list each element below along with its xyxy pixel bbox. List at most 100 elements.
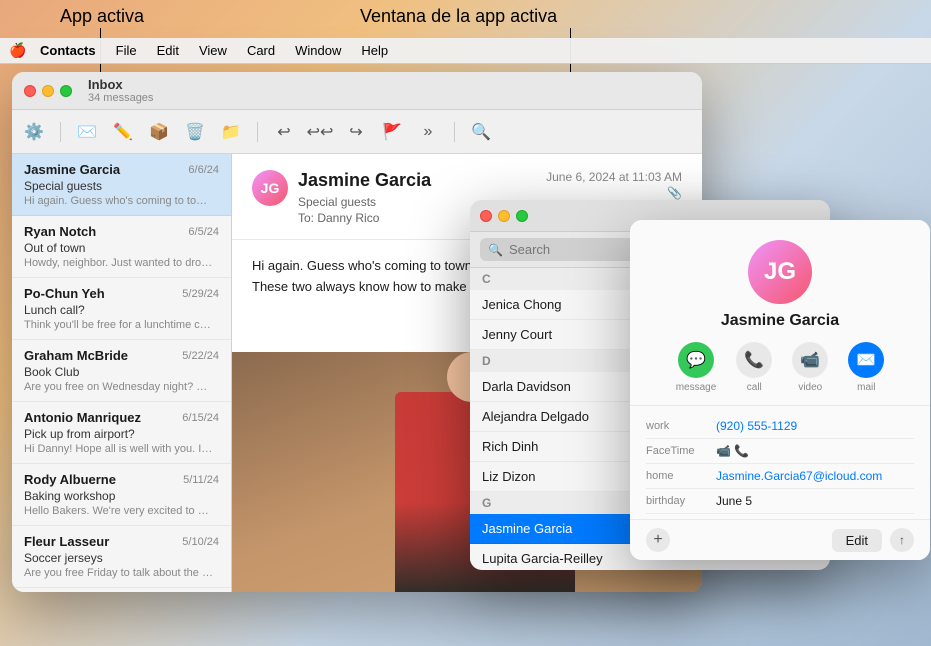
action-mail[interactable]: ✉️ mail [848, 342, 884, 393]
mail-item-6[interactable]: Rody Albuerne 5/11/24 Baking workshop He… [12, 464, 231, 526]
window-title: Inbox [88, 77, 153, 92]
date-4: 5/22/24 [182, 350, 219, 362]
sender-6: Rody Albuerne [24, 472, 116, 487]
menubar: 🍎 Contacts File Edit View Card Window He… [0, 38, 931, 64]
message-label: message [676, 382, 717, 393]
subject-2: Out of town [24, 241, 219, 255]
facetime-video-icon[interactable]: 📹 [716, 444, 731, 458]
forward-icon[interactable]: ↪ [346, 122, 366, 142]
mail-item-4[interactable]: Graham McBride 5/22/24 Book Club Are you… [12, 340, 231, 402]
mail-item-5[interactable]: Antonio Manriquez 6/15/24 Pick up from a… [12, 402, 231, 464]
mail-toolbar: ⚙️ ✉️ ✏️ 📦 🗑️ 📁 ↩ ↩↩ ↪ 🚩 » 🔍 [12, 110, 702, 154]
sender-2: Ryan Notch [24, 224, 96, 239]
facetime-audio-icon[interactable]: 📞 [734, 444, 749, 458]
add-contact-button[interactable]: + [646, 528, 670, 552]
traffic-lights [24, 85, 72, 97]
menu-edit[interactable]: Edit [149, 41, 187, 60]
more-icon[interactable]: » [418, 122, 438, 142]
action-video[interactable]: 📹 video [792, 342, 828, 393]
call-label: call [747, 382, 762, 393]
apple-menu[interactable]: 🍎 [8, 41, 28, 61]
field-label-home-email: home [646, 469, 716, 482]
menu-contacts[interactable]: Contacts [32, 41, 104, 60]
contacts-close-button[interactable] [480, 210, 492, 222]
toolbar-sep-3 [454, 122, 455, 142]
sender-1: Jasmine Garcia [24, 162, 120, 177]
window-title-info: Inbox 34 messages [88, 77, 153, 104]
mail-item-3[interactable]: Po-Chun Yeh 5/29/24 Lunch call? Think yo… [12, 278, 231, 340]
action-message[interactable]: 💬 message [676, 342, 717, 393]
ventana-activa-label: Ventana de la app activa [360, 6, 557, 27]
field-facetime: FaceTime 📹 📞 [646, 439, 914, 464]
date-2: 6/5/24 [188, 226, 219, 238]
reading-sender-name: Jasmine Garcia [298, 170, 512, 191]
message-icon: 💬 [678, 342, 714, 378]
toolbar-sep-2 [257, 122, 258, 142]
field-work: work (920) 555-1129 [646, 414, 914, 439]
field-label-facetime: FaceTime [646, 444, 716, 457]
mail-item-2[interactable]: Ryan Notch 6/5/24 Out of town Howdy, nei… [12, 216, 231, 278]
date-1: 6/6/24 [188, 164, 219, 176]
sender-4: Graham McBride [24, 348, 128, 363]
contact-detail-header: JG Jasmine Garcia 💬 message 📞 call 📹 vid… [630, 220, 930, 406]
contact-detail-footer: + Edit ↑ [630, 519, 930, 560]
minimize-button[interactable] [42, 85, 54, 97]
menu-view[interactable]: View [191, 41, 235, 60]
reply-icon[interactable]: ↩ [274, 122, 294, 142]
video-icon: 📹 [792, 342, 828, 378]
reply-all-icon[interactable]: ↩↩ [310, 122, 330, 142]
pencil-icon[interactable]: ✏️ [113, 122, 133, 142]
field-value-birthday: June 5 [716, 494, 914, 508]
menu-card[interactable]: Card [239, 41, 283, 60]
action-call[interactable]: 📞 call [736, 342, 772, 393]
field-label-birthday: birthday [646, 494, 716, 507]
flag-icon[interactable]: 🚩 [382, 122, 402, 142]
fullscreen-button[interactable] [60, 85, 72, 97]
edit-contact-button[interactable]: Edit [832, 529, 882, 552]
menu-file[interactable]: File [108, 41, 145, 60]
preview-7: Are you free Friday to talk about the ne… [24, 567, 214, 579]
search-magnifier-icon: 🔍 [488, 243, 503, 257]
sender-7: Fleur Lasseur [24, 534, 109, 549]
preview-5: Hi Danny! Hope all is well with you. I'm… [24, 443, 214, 455]
reading-date: June 6, 2024 at 11:03 AM [522, 170, 682, 184]
menu-window[interactable]: Window [287, 41, 349, 60]
subject-3: Lunch call? [24, 303, 219, 317]
share-contact-button[interactable]: ↑ [890, 528, 914, 552]
date-3: 5/29/24 [182, 288, 219, 300]
mail-item-7[interactable]: Fleur Lasseur 5/10/24 Soccer jerseys Are… [12, 526, 231, 588]
close-button[interactable] [24, 85, 36, 97]
app-activa-label: App activa [60, 6, 144, 27]
filter-icon[interactable]: ⚙️ [24, 122, 44, 142]
field-value-work[interactable]: (920) 555-1129 [716, 419, 914, 433]
search-icon[interactable]: 🔍 [471, 122, 491, 142]
contact-detail-window: JG Jasmine Garcia 💬 message 📞 call 📹 vid… [630, 220, 930, 560]
archive-icon[interactable]: 📦 [149, 122, 169, 142]
sender-5: Antonio Manriquez [24, 410, 141, 425]
preview-4: Are you free on Wednesday night? Can't w… [24, 381, 214, 393]
field-birthday: birthday June 5 [646, 489, 914, 514]
subject-4: Book Club [24, 365, 219, 379]
field-value-home-email[interactable]: Jasmine.Garcia67@icloud.com [716, 469, 914, 483]
contact-avatar-large: JG [748, 240, 812, 304]
sender-3: Po-Chun Yeh [24, 286, 105, 301]
mail-titlebar: Inbox 34 messages [12, 72, 702, 110]
mail-sidebar: Jasmine Garcia 6/6/24 Special guests Hi … [12, 154, 232, 592]
contact-name-large: Jasmine Garcia [721, 312, 839, 330]
trash-icon[interactable]: 🗑️ [185, 122, 205, 142]
compose-icon[interactable]: ✉️ [77, 122, 97, 142]
preview-2: Howdy, neighbor. Just wanted to drop a q… [24, 257, 214, 269]
menu-help[interactable]: Help [353, 41, 396, 60]
mail-item-8[interactable]: Rigo Rangel 6/8/24 Fun memories [12, 588, 231, 592]
contact-actions: 💬 message 📞 call 📹 video ✉️ mail [676, 342, 885, 393]
contacts-minimize-button[interactable] [498, 210, 510, 222]
field-label-work: work [646, 419, 716, 432]
subject-5: Pick up from airport? [24, 427, 219, 441]
contacts-traffic-lights [480, 210, 528, 222]
call-icon: 📞 [736, 342, 772, 378]
mail-item-1[interactable]: Jasmine Garcia 6/6/24 Special guests Hi … [12, 154, 231, 216]
field-value-facetime: 📹 📞 [716, 444, 914, 458]
contacts-fullscreen-button[interactable] [516, 210, 528, 222]
preview-6: Hello Bakers. We're very excited to have… [24, 505, 214, 517]
move-icon[interactable]: 📁 [221, 122, 241, 142]
